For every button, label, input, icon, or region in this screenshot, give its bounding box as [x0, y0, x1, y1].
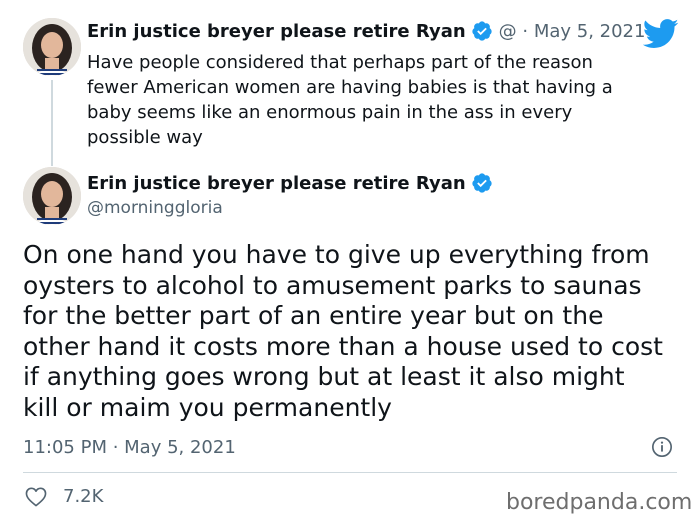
verified-badge-icon	[472, 173, 492, 193]
avatar[interactable]	[23, 18, 81, 76]
thread-line	[51, 80, 53, 166]
reply-tweet-text: Have people considered that perhaps part…	[87, 50, 677, 150]
main-text-line: kill or maim you permanently	[23, 392, 392, 422]
main-text-line: if anything goes wrong but at least it a…	[23, 362, 625, 392]
reply-text-line: baby seems like an enormous pain in the …	[87, 102, 573, 123]
main-text-line: for the better part of an entire year bu…	[23, 301, 604, 331]
display-name[interactable]: Erin justice breyer please retire Ryan	[87, 21, 466, 42]
divider	[23, 472, 677, 473]
tweet-timestamp[interactable]: 11:05 PM · May 5, 2021	[23, 437, 236, 458]
watermark: boredpanda.com	[506, 490, 693, 515]
main-text-line: On one hand you have to give up everythi…	[23, 240, 650, 269]
main-tweet-header: Erin justice breyer please retire Ryan @…	[87, 172, 493, 218]
heart-icon[interactable]	[25, 487, 47, 507]
display-name[interactable]: Erin justice breyer please retire Ryan	[87, 173, 466, 194]
twitter-bird-icon	[643, 19, 679, 48]
verified-badge-icon	[472, 21, 492, 41]
main-tweet-text: On one hand you have to give up everythi…	[23, 240, 693, 424]
reply-tweet-header: Erin justice breyer please retire Ryan @…	[87, 20, 645, 42]
like-action[interactable]: 7.2K	[25, 486, 103, 507]
avatar[interactable]	[23, 167, 81, 225]
main-text-line: other hand it costs more than a house us…	[23, 331, 663, 361]
reply-text-line: Have people considered that perhaps part…	[87, 52, 593, 73]
handle[interactable]: @morninggloria	[87, 198, 493, 218]
like-count: 7.2K	[63, 486, 104, 507]
info-icon[interactable]	[651, 436, 673, 458]
reply-text-line: fewer American women are having babies i…	[87, 77, 613, 98]
main-text-line: oysters to alcohol to amusement parks to…	[23, 270, 642, 300]
handle-and-date[interactable]: @ · May 5, 2021	[499, 21, 646, 42]
reply-text-line: possible way	[87, 127, 203, 148]
